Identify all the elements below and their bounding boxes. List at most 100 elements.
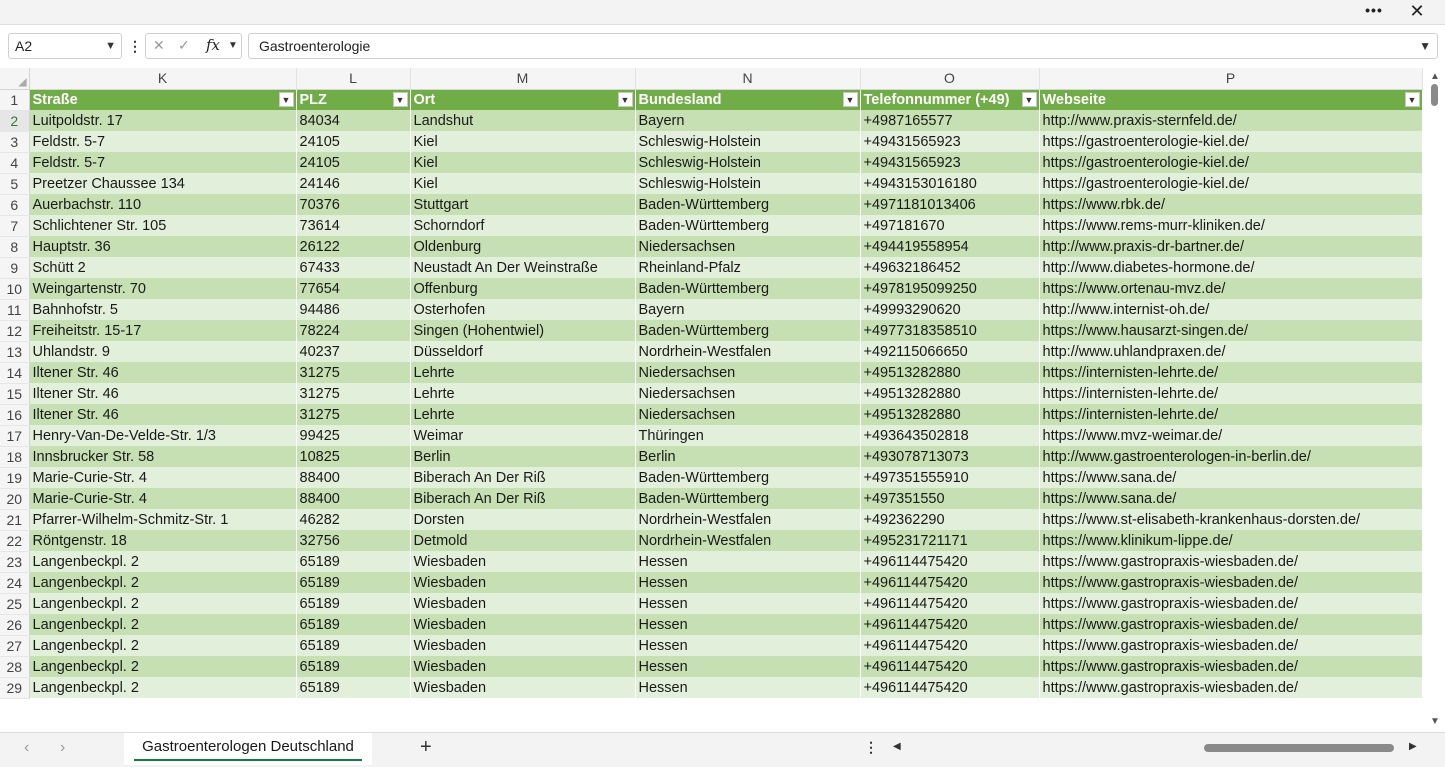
cell[interactable]: https://www.gastropraxis-wiesbaden.de/ — [1039, 551, 1423, 572]
column-header[interactable]: P — [1039, 68, 1423, 90]
cell[interactable]: +496114475420 — [860, 614, 1040, 635]
column-header[interactable]: L — [296, 68, 411, 90]
cell[interactable]: +49513282880 — [860, 383, 1040, 404]
cell[interactable]: +492362290 — [860, 509, 1040, 530]
filter-dropdown-icon[interactable]: ▼ — [617, 91, 633, 107]
cell[interactable]: https://internisten-lehrte.de/ — [1039, 383, 1423, 404]
cell[interactable]: 31275 — [296, 383, 411, 404]
header-cell-bundesland[interactable]: Bundesland ▼ — [635, 89, 861, 110]
cell[interactable]: +493078713073 — [860, 446, 1040, 467]
cell[interactable]: http://www.internist-oh.de/ — [1039, 299, 1423, 320]
row-number[interactable]: 25 — [0, 593, 30, 615]
row-number[interactable]: 6 — [0, 194, 30, 216]
cell[interactable]: Feldstr. 5-7 — [29, 152, 297, 173]
row-number[interactable]: 1 — [0, 89, 30, 111]
cell[interactable]: Langenbeckpl. 2 — [29, 614, 297, 635]
cell[interactable]: Berlin — [410, 446, 636, 467]
cell[interactable]: +497181670 — [860, 215, 1040, 236]
header-cell-strasse[interactable]: Straße ▼ — [29, 89, 297, 110]
cell[interactable]: Kiel — [410, 152, 636, 173]
cell[interactable]: +494419558954 — [860, 236, 1040, 257]
cell[interactable]: +49513282880 — [860, 362, 1040, 383]
cell[interactable]: 46282 — [296, 509, 411, 530]
chevron-down-icon[interactable]: ▼ — [228, 40, 238, 51]
vertical-dots-icon[interactable]: ⋮ — [128, 37, 142, 55]
cell[interactable]: Uhlandstr. 9 — [29, 341, 297, 362]
cell[interactable]: 31275 — [296, 404, 411, 425]
row-number[interactable]: 8 — [0, 236, 30, 258]
cell[interactable]: Düsseldorf — [410, 341, 636, 362]
cell[interactable]: Hessen — [635, 572, 861, 593]
cell[interactable]: Singen (Hohentwiel) — [410, 320, 636, 341]
cell[interactable]: Hessen — [635, 677, 861, 698]
cell[interactable]: Nordrhein-Westfalen — [635, 530, 861, 551]
cell[interactable]: +496114475420 — [860, 572, 1040, 593]
cell[interactable]: Nordrhein-Westfalen — [635, 509, 861, 530]
cell[interactable]: Schleswig-Holstein — [635, 173, 861, 194]
select-all-corner[interactable]: ◢ — [0, 68, 30, 90]
cell[interactable]: Hessen — [635, 656, 861, 677]
cell[interactable]: Wiesbaden — [410, 614, 636, 635]
cell[interactable]: Hessen — [635, 551, 861, 572]
cell[interactable]: Baden-Württemberg — [635, 320, 861, 341]
cell[interactable]: 65189 — [296, 593, 411, 614]
cell[interactable]: https://www.sana.de/ — [1039, 488, 1423, 509]
cell[interactable]: 31275 — [296, 362, 411, 383]
cell[interactable]: http://www.gastroenterologen-in-berlin.d… — [1039, 446, 1423, 467]
cell[interactable]: +496114475420 — [860, 551, 1040, 572]
cell[interactable]: Lehrte — [410, 404, 636, 425]
cell[interactable]: 70376 — [296, 194, 411, 215]
cell[interactable]: +4943153016180 — [860, 173, 1040, 194]
cell[interactable]: 10825 — [296, 446, 411, 467]
cell[interactable]: https://www.gastropraxis-wiesbaden.de/ — [1039, 593, 1423, 614]
cell[interactable]: https://www.gastropraxis-wiesbaden.de/ — [1039, 635, 1423, 656]
cell[interactable]: Wiesbaden — [410, 656, 636, 677]
cell[interactable]: +4971181013406 — [860, 194, 1040, 215]
cell[interactable]: +497351550 — [860, 488, 1040, 509]
cell[interactable]: https://www.gastropraxis-wiesbaden.de/ — [1039, 572, 1423, 593]
cell[interactable]: Hessen — [635, 614, 861, 635]
cell[interactable]: http://www.uhlandpraxen.de/ — [1039, 341, 1423, 362]
cell[interactable]: Bayern — [635, 110, 861, 131]
cell[interactable]: +4977318358510 — [860, 320, 1040, 341]
cell[interactable]: 32756 — [296, 530, 411, 551]
cell[interactable]: Röntgenstr. 18 — [29, 530, 297, 551]
scroll-down-icon[interactable]: ▼ — [1430, 716, 1440, 727]
more-options-icon[interactable]: ••• — [1362, 2, 1386, 20]
cell[interactable]: https://www.st-elisabeth-krankenhaus-dor… — [1039, 509, 1423, 530]
header-cell-ort[interactable]: Ort ▼ — [410, 89, 636, 110]
cell[interactable]: 65189 — [296, 614, 411, 635]
cell[interactable]: Baden-Württemberg — [635, 215, 861, 236]
cell[interactable]: https://www.gastropraxis-wiesbaden.de/ — [1039, 614, 1423, 635]
previous-sheet-icon[interactable]: ‹ — [24, 739, 29, 757]
column-header[interactable]: K — [29, 68, 297, 90]
cell[interactable]: Weingartenstr. 70 — [29, 278, 297, 299]
cell[interactable]: Langenbeckpl. 2 — [29, 572, 297, 593]
cell[interactable]: https://www.klinikum-lippe.de/ — [1039, 530, 1423, 551]
cell[interactable]: 94486 — [296, 299, 411, 320]
cell[interactable]: https://gastroenterologie-kiel.de/ — [1039, 131, 1423, 152]
cell[interactable]: Wiesbaden — [410, 677, 636, 698]
cell[interactable]: Langenbeckpl. 2 — [29, 551, 297, 572]
cell[interactable]: Baden-Württemberg — [635, 194, 861, 215]
cell[interactable]: +4978195099250 — [860, 278, 1040, 299]
row-number[interactable]: 22 — [0, 530, 30, 552]
cell[interactable]: Niedersachsen — [635, 383, 861, 404]
filter-dropdown-icon[interactable]: ▼ — [1404, 91, 1420, 107]
row-number[interactable]: 7 — [0, 215, 30, 237]
cell[interactable]: 65189 — [296, 677, 411, 698]
cell[interactable]: +492115066650 — [860, 341, 1040, 362]
cell[interactable]: Landshut — [410, 110, 636, 131]
cell[interactable]: Preetzer Chaussee 134 — [29, 173, 297, 194]
cell[interactable]: https://internisten-lehrte.de/ — [1039, 404, 1423, 425]
row-number[interactable]: 19 — [0, 467, 30, 489]
chevron-down-icon[interactable]: ▼ — [105, 34, 116, 58]
cell[interactable]: Rheinland-Pfalz — [635, 257, 861, 278]
cell[interactable]: http://www.praxis-sternfeld.de/ — [1039, 110, 1423, 131]
cancel-icon[interactable]: ✕ — [153, 37, 165, 54]
cell[interactable]: 88400 — [296, 488, 411, 509]
cell[interactable]: Luitpoldstr. 17 — [29, 110, 297, 131]
cell[interactable]: Weimar — [410, 425, 636, 446]
cell[interactable]: Bayern — [635, 299, 861, 320]
cell[interactable]: Biberach An Der Riß — [410, 467, 636, 488]
